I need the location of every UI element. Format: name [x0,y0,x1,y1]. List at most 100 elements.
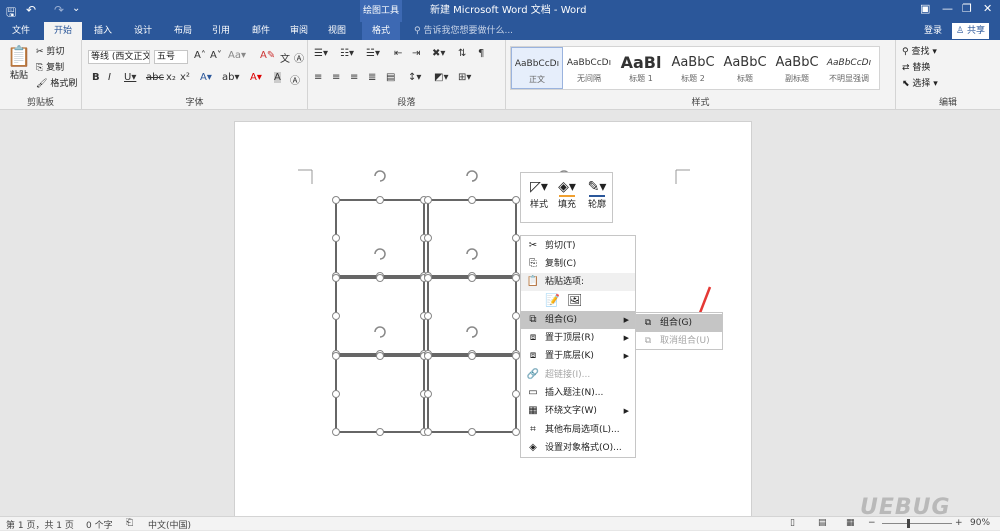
zoom-slider[interactable] [882,523,952,524]
zoom-level[interactable]: 90% [970,518,990,528]
language[interactable]: 中文(中国) [148,518,191,531]
grid-rectangle[interactable] [335,199,425,277]
resize-handle[interactable] [424,234,432,242]
menu-item-more-layout[interactable]: ⌗ 其他布局选项(L)... [521,421,635,439]
resize-handle[interactable] [376,428,384,436]
paste-option-row: 📝 🖼 [521,291,635,311]
menu-item-cut[interactable]: ✂ 剪切(T) [521,237,635,255]
menu-item-group[interactable]: ⧉ 组合(G) ▶ [521,311,635,329]
layout-icon: ⌗ [530,424,536,435]
submenu-item-group[interactable]: ⧉ 组合(G) [636,314,722,332]
read-mode-icon[interactable]: ▯ [790,518,795,528]
ungroup-icon: ⧉ [644,336,652,346]
menu-label: 粘贴选项: [545,277,585,287]
resize-handle[interactable] [424,352,432,360]
paste-keep-format-icon[interactable]: 📝 [545,291,560,309]
grid-rectangle[interactable] [427,277,517,355]
group-icon: ⧉ [644,318,652,328]
pen-icon: ✎▾ [587,179,607,195]
resize-handle[interactable] [512,312,520,320]
menu-item-wrap-text[interactable]: ▦ 环绕文字(W) ▶ [521,402,635,420]
submenu-arrow-icon: ▶ [623,407,629,415]
watermark-logo: UEBUG [860,495,951,520]
grid-rectangle[interactable] [427,199,517,277]
resize-handle[interactable] [512,390,520,398]
context-menu: ✂ 剪切(T) ⎘ 复制(C) 📋 粘贴选项: 📝 🖼 ⧉ 组合(G) ▶ ⧈ 置于顶层(R)… [520,235,636,458]
resize-handle[interactable] [376,196,384,204]
menu-item-insert-caption[interactable]: ▭ 插入题注(N)... [521,384,635,402]
page-count[interactable]: 第 1 页，共 1 页 [6,518,74,531]
resize-handle[interactable] [468,274,476,282]
resize-handle[interactable] [332,428,340,436]
outline-label: 轮廓 [587,200,606,210]
outline-button[interactable]: ✎▾ 轮廓 [583,177,611,210]
selection-handles[interactable] [332,196,520,436]
resize-handle[interactable] [424,196,432,204]
page-corner-marks [298,169,690,184]
zoom-in-icon[interactable]: + [955,518,963,528]
resize-handle[interactable] [424,274,432,282]
resize-handle[interactable] [424,428,432,436]
resize-handle[interactable] [332,312,340,320]
web-layout-icon[interactable]: ▦ [846,518,855,528]
bring-front-icon: ⧈ [529,332,537,343]
wrap-text-icon: ▦ [528,405,538,416]
rotate-handle-icon[interactable] [466,170,478,182]
resize-handle[interactable] [512,352,520,360]
resize-handle[interactable] [512,196,520,204]
resize-handle[interactable] [424,390,432,398]
resize-handle[interactable] [332,196,340,204]
submenu-item-ungroup: ⧉ 取消组合(U) [636,332,722,350]
menu-label: 插入题注(N)... [545,388,604,398]
menu-item-format-object[interactable]: ◈ 设置对象格式(O)... [521,439,635,457]
resize-handle[interactable] [512,234,520,242]
resize-handle[interactable] [332,274,340,282]
shape-style-icon: ◸▾ [530,179,548,195]
menu-label: 取消组合(U) [660,336,710,346]
submenu-arrow-icon: ▶ [623,334,629,342]
menu-label: 置于顶层(R) [545,333,595,343]
scissors-icon: ✂ [528,240,538,251]
group-icon: ⧉ [529,314,537,325]
resize-handle[interactable] [468,196,476,204]
menu-item-send-to-back[interactable]: ⧈ 置于底层(K) ▶ [521,347,635,365]
copy-icon: ⎘ [529,258,537,269]
menu-label: 环绕文字(W) [545,406,597,416]
paste-picture-icon[interactable]: 🖼 [567,291,582,309]
group-submenu: ⧉ 组合(G) ⧉ 取消组合(U) [635,312,723,350]
resize-handle[interactable] [512,428,520,436]
menu-label: 组合(G) [660,318,692,328]
grid-rectangle[interactable] [335,277,425,355]
resize-handle[interactable] [512,274,520,282]
style-button[interactable]: ◸▾ 样式 [525,177,553,210]
style-label: 样式 [529,200,548,210]
grid-rectangle[interactable] [427,355,517,433]
word-count[interactable]: 0 个字 [86,518,113,531]
menu-item-copy[interactable]: ⎘ 复制(C) [521,255,635,273]
corner-mark-tl [298,169,313,184]
resize-handle[interactable] [332,390,340,398]
resize-handle[interactable] [376,352,384,360]
menu-label: 复制(C) [545,259,577,269]
status-bar: 第 1 页，共 1 页 0 个字 ⎗ 中文(中国) ▯ ▤ ▦ − + 90% [0,516,1000,531]
print-layout-icon[interactable]: ▤ [818,518,827,528]
resize-handle[interactable] [468,428,476,436]
rotate-handle-icon[interactable] [374,326,386,338]
mini-toolbar: ◸▾ 样式 ◈▾ 填充 ✎▾ 轮廓 [520,172,613,223]
rotate-handle-icon[interactable] [466,248,478,260]
rotate-handle-icon[interactable] [466,326,478,338]
resize-handle[interactable] [424,312,432,320]
zoom-slider-thumb[interactable] [907,519,910,528]
menu-label: 置于底层(K) [545,351,594,361]
resize-handle[interactable] [468,352,476,360]
rotate-handle-icon[interactable] [374,170,386,182]
resize-handle[interactable] [332,234,340,242]
resize-handle[interactable] [332,352,340,360]
fill-button[interactable]: ◈▾ 填充 [553,177,581,210]
grid-rectangle[interactable] [335,355,425,433]
resize-handle[interactable] [376,274,384,282]
menu-label: 超链接(I)... [545,370,591,380]
rotate-handle-icon[interactable] [374,248,386,260]
menu-item-bring-to-front[interactable]: ⧈ 置于顶层(R) ▶ [521,329,635,347]
proofing-icon[interactable]: ⎗ [126,518,133,528]
